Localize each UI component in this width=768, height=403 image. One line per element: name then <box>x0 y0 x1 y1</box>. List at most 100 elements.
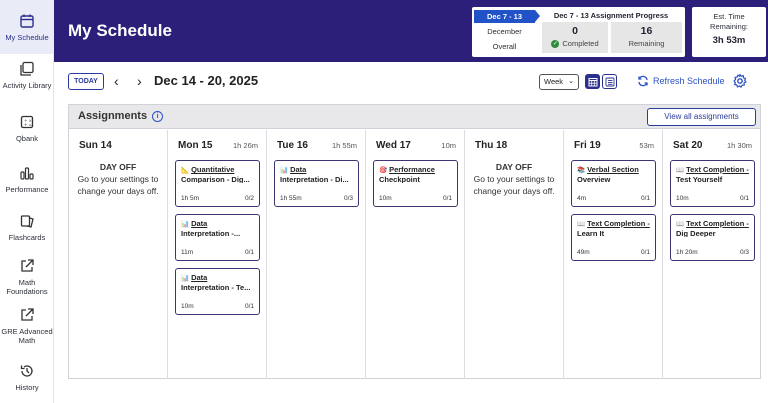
view-all-assignments-button[interactable]: View all assignments <box>647 108 756 126</box>
day-column-tue: Tue 16 1h 55m 📊 Data Interpretation - Di..… <box>267 130 366 379</box>
completed-label: Completed <box>562 39 599 48</box>
assignments-panel: Assignments i View all assignments Sun 1… <box>68 104 761 379</box>
calendar-icon <box>18 12 36 30</box>
settings-gear-button[interactable] <box>732 73 748 89</box>
history-icon <box>18 362 36 380</box>
assignment-duration: 4m <box>577 195 587 202</box>
day-off-notice: DAY OFF Go to your settings to change yo… <box>73 161 163 197</box>
day-name: Fri 19 <box>574 140 601 151</box>
assignment-card[interactable]: 📐 Quantitative Comparison - Dig... 1h 5m 0… <box>175 160 260 207</box>
sidebar-item-history[interactable]: History <box>0 362 54 392</box>
day-column-sat: Sat 20 1h 30m 📖 Text Completion - Test You… <box>663 130 760 379</box>
estimate-value: 3h 53m <box>712 35 746 46</box>
sidebar-item-label: History <box>15 383 39 392</box>
assignment-card[interactable]: 📖 Text Completion - Test Yourself 10m 0/1 <box>670 160 755 207</box>
assignment-card[interactable]: 📖 Text Completion - Dig Deeper 1h 20m 0/3 <box>670 214 755 261</box>
view-select-value: Week <box>544 77 564 86</box>
prev-week-button[interactable]: ‹ <box>114 72 119 90</box>
view-select[interactable]: Week ⌄ <box>539 74 579 90</box>
sidebar-item-label: Flashcards <box>8 233 46 242</box>
assignment-card[interactable]: 📊 Data Interpretation - Di... 1h 55m 0/3 <box>274 160 359 207</box>
text-icon: 📖 <box>676 221 685 228</box>
chevron-down-icon: ⌄ <box>568 78 574 85</box>
day-off-text: Go to your settings to change your days … <box>473 174 555 196</box>
day-name: Wed 17 <box>376 140 411 151</box>
next-week-button[interactable]: › <box>137 72 142 90</box>
library-icon <box>18 60 36 78</box>
assignment-duration: 1h 55m <box>280 195 302 202</box>
sidebar-item-gre-advanced-math[interactable]: GRE Advanced Math <box>0 306 54 345</box>
day-name: Sat 20 <box>673 140 703 151</box>
completed-count: 0 <box>572 25 578 37</box>
progress-title: Dec 7 - 13 Assignment Progress <box>553 11 669 20</box>
assignment-card[interactable]: 📊 Data Interpretation -... 11m 0/1 <box>175 214 260 261</box>
assignment-card[interactable]: 📖 Text Completion - Learn It 49m 0/1 <box>571 214 656 261</box>
external-link-icon <box>18 306 36 324</box>
sidebar-item-flashcards[interactable]: Flashcards <box>0 212 54 242</box>
remaining-count: 16 <box>640 25 653 37</box>
assignment-title: Data Interpretation -... <box>181 219 241 237</box>
day-off-title: DAY OFF <box>495 162 533 172</box>
text-icon: 📖 <box>676 167 685 174</box>
day-name: Sun 14 <box>79 140 112 151</box>
estimate-label-1: Est. Time <box>713 12 745 21</box>
sidebar-item-performance[interactable]: Performance <box>0 164 54 194</box>
sidebar-item-label: My Schedule <box>5 33 49 42</box>
sidebar: My Schedule Activity Library ÷ × + = Qban… <box>0 0 54 403</box>
week-badge[interactable]: Dec 7 - 13 <box>474 10 540 23</box>
sidebar-item-qbank[interactable]: ÷ × + = Qbank <box>0 113 54 143</box>
assignment-duration: 49m <box>577 249 590 256</box>
refresh-icon <box>638 75 648 87</box>
bar-chart-icon <box>18 164 36 182</box>
sidebar-item-label: Qbank <box>15 134 39 143</box>
flashcards-icon <box>18 212 36 230</box>
assignment-count: 0/1 <box>640 249 650 256</box>
assignment-count: 0/1 <box>442 195 452 202</box>
sidebar-item-label: Activity Library <box>2 81 52 90</box>
assignment-title: Data Interpretation - Te... <box>181 273 251 291</box>
assignment-count: 0/2 <box>244 195 254 202</box>
svg-text:+ =: + = <box>24 122 32 127</box>
day-name: Tue 16 <box>277 140 308 151</box>
sidebar-item-my-schedule[interactable]: My Schedule <box>0 0 54 54</box>
target-icon: 🎯 <box>379 167 388 174</box>
assignment-card[interactable]: 🎯 Performance Checkpoint 10m 0/1 <box>373 160 458 207</box>
assignment-count: 0/1 <box>739 195 749 202</box>
refresh-label: Refresh Schedule <box>653 76 725 86</box>
assignment-duration: 10m <box>379 195 392 202</box>
app-root: My Schedule Activity Library ÷ × + = Qban… <box>0 0 768 403</box>
assignment-count: 0/1 <box>244 249 254 256</box>
assignment-duration: 11m <box>181 249 194 256</box>
day-column-wed: Wed 17 10m 🎯 Performance Checkpoint 10m 0/1 <box>366 130 465 379</box>
assignment-card[interactable]: 📊 Data Interpretation - Te... 10m 0/1 <box>175 268 260 315</box>
list-view-button[interactable] <box>602 74 617 89</box>
day-time: 53m <box>639 141 654 150</box>
sidebar-item-math-foundations[interactable]: Math Foundations <box>0 257 54 296</box>
assignment-card[interactable]: 📚 Verbal Section Overview 4m 0/1 <box>571 160 656 207</box>
refresh-schedule-button[interactable]: Refresh Schedule <box>637 75 725 87</box>
remaining-stat: 16 Remaining <box>611 22 682 53</box>
assignment-duration: 1h 5m <box>181 195 200 202</box>
sidebar-item-label: Performance <box>5 185 49 194</box>
month-tab[interactable]: December <box>474 27 535 36</box>
assignment-title: Data Interpretation - Di... <box>280 165 349 183</box>
chart-icon: 📊 <box>181 275 190 282</box>
day-time: 1h 55m <box>331 141 357 150</box>
assignments-header: Assignments i View all assignments <box>69 105 760 129</box>
book-icon: 📚 <box>577 167 586 174</box>
assignments-title: Assignments <box>78 110 148 122</box>
chart-icon: 📊 <box>181 221 190 228</box>
overall-tab[interactable]: Overall <box>474 42 535 51</box>
sidebar-item-activity-library[interactable]: Activity Library <box>0 60 54 90</box>
info-icon[interactable]: i <box>152 110 164 122</box>
assignment-count: 0/3 <box>739 249 749 256</box>
calendar-view-button[interactable] <box>585 74 600 89</box>
day-time: 1h 30m <box>726 141 752 150</box>
page-title: My Schedule <box>68 21 172 40</box>
check-circle-icon: ✓ <box>551 39 560 48</box>
assignment-title: Verbal Section Overview <box>577 165 639 183</box>
today-button[interactable]: TODAY <box>68 73 104 90</box>
day-off-notice: DAY OFF Go to your settings to change yo… <box>469 161 559 197</box>
completed-stat: 0 ✓ Completed <box>542 22 608 53</box>
assignment-duration: 10m <box>676 195 689 202</box>
